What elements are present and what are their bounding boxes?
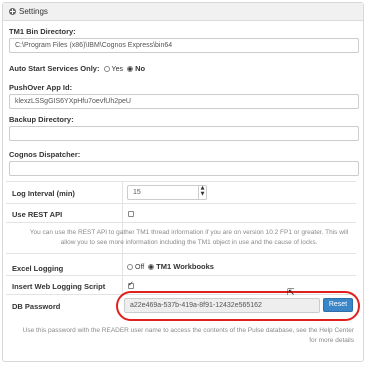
auto-start-yes-label: Yes: [111, 66, 123, 73]
auto-start-no-radio[interactable]: [127, 66, 134, 72]
backup-label: Backup Directory:: [9, 115, 74, 124]
chevron-down-icon[interactable]: ▼: [199, 191, 206, 197]
plus-circle-icon: [9, 8, 16, 15]
db-password-input[interactable]: a22e469a-537b-419a-8f91-12432e565162: [124, 298, 320, 313]
auto-start-yes-radio[interactable]: [103, 66, 110, 72]
pushover-label: PushOver App Id:: [9, 83, 73, 92]
pushover-input[interactable]: klexzLSSgGIS6YXpHfu7oevfUh2peU: [9, 94, 359, 109]
excel-tm1-radio[interactable]: [148, 264, 155, 270]
auto-start-row: Auto Start Services Only: Yes No: [9, 64, 145, 73]
log-interval-label: Log Interval (min): [12, 189, 75, 198]
excel-logging-options: Off TM1 Workbooks: [125, 262, 214, 271]
web-logging-label: Insert Web Logging Script: [12, 282, 106, 291]
db-password-help: Use this password with the READER user n…: [22, 327, 354, 344]
divider: [6, 203, 356, 204]
tm1-bin-label: TM1 Bin Directory:: [9, 27, 76, 36]
cursor-icon: ⇱: [287, 288, 295, 298]
web-logging-checkbox[interactable]: [128, 280, 134, 289]
rest-api-label: Use REST API: [12, 210, 63, 219]
divider: [6, 181, 356, 182]
divider: [6, 222, 356, 223]
excel-logging-label: Excel Logging: [12, 264, 64, 273]
reset-button[interactable]: Reset: [323, 298, 353, 312]
log-interval-stepper[interactable]: ▲ ▼: [198, 185, 206, 200]
auto-start-label: Auto Start Services Only:: [9, 64, 100, 73]
excel-off-label: Off: [135, 264, 145, 271]
excel-off-radio[interactable]: [127, 264, 133, 270]
tm1-bin-input[interactable]: C:\Program Files (x86)\IBM\Cognos Expres…: [9, 38, 359, 53]
auto-start-no-label: No: [135, 64, 146, 73]
rest-api-help: You can use the REST API to gather TM1 t…: [29, 229, 349, 246]
db-password-label: DB Password: [12, 302, 61, 311]
cognos-label: Cognos Dispatcher:: [9, 150, 81, 159]
excel-tm1-label: TM1 Workbooks: [156, 262, 214, 271]
panel-header: Settings: [3, 3, 363, 21]
backup-input[interactable]: [9, 126, 359, 141]
divider: [6, 253, 356, 254]
cognos-input[interactable]: [9, 161, 359, 176]
divider: [6, 275, 356, 276]
panel-title: Settings: [19, 7, 48, 16]
log-interval-input[interactable]: 15: [127, 185, 207, 200]
rest-api-checkbox[interactable]: [128, 211, 134, 217]
